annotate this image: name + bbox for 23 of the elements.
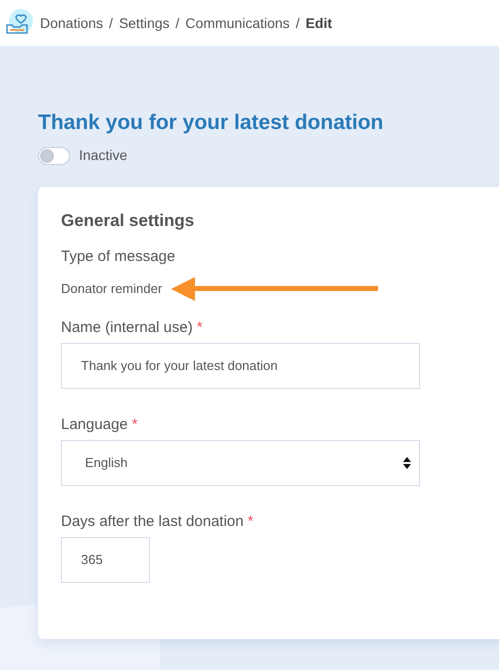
sort-arrows-icon (403, 457, 411, 469)
breadcrumb-link[interactable]: Communications (185, 12, 290, 34)
breadcrumb-separator: / (296, 14, 300, 32)
required-mark: * (196, 318, 203, 338)
required-mark: * (132, 415, 138, 435)
field-label: Language (61, 415, 128, 435)
breadcrumb-separator: / (176, 14, 180, 32)
breadcrumb-current: Edit (306, 14, 332, 32)
breadcrumb-link[interactable]: Settings (118, 12, 170, 34)
days-input[interactable]: 365 (61, 537, 150, 583)
breadcrumb-link[interactable]: Donations (40, 12, 104, 34)
status-toggle[interactable] (38, 146, 70, 164)
page-title: Thank you for your latest donation (38, 110, 384, 136)
message-type-value: Donator reminder (61, 280, 162, 298)
card-heading: General settings (61, 210, 196, 232)
field-label: Name (internal use) (61, 318, 193, 338)
breadcrumb-separator: / (109, 14, 113, 32)
field-label: Type of message (61, 247, 176, 267)
field-label: Days after the last donation (61, 512, 244, 532)
required-mark: * (248, 512, 254, 532)
name-input[interactable]: Thank you for your latest donation (61, 343, 420, 389)
toggle-label: Inactive (79, 146, 128, 165)
language-select[interactable]: English (61, 440, 420, 486)
